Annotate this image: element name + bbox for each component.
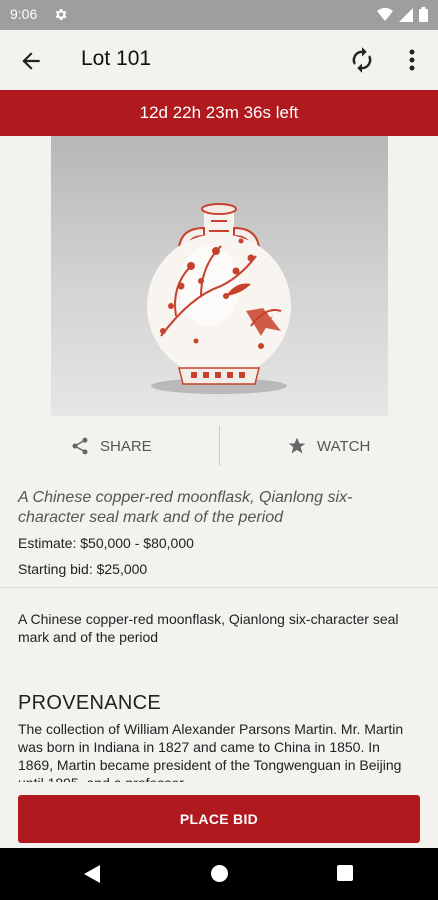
- app-bar: Lot 101: [0, 30, 438, 90]
- starting-bid-text: Starting bid: $25,000: [18, 561, 148, 577]
- watch-label: WATCH: [317, 437, 371, 455]
- section-divider: [0, 587, 438, 588]
- action-row: SHARE WATCH: [0, 426, 438, 466]
- status-bar: 9:06: [0, 0, 438, 30]
- time-left-banner: 12d 22h 23m 36s left: [0, 90, 438, 136]
- refresh-icon[interactable]: [348, 46, 376, 74]
- nav-home-icon[interactable]: [211, 865, 228, 882]
- share-label: SHARE: [100, 437, 152, 455]
- more-vert-icon[interactable]: [402, 47, 422, 73]
- system-navigation-bar: [0, 848, 438, 900]
- action-divider: [219, 426, 220, 466]
- status-icons: [377, 7, 428, 22]
- nav-back-icon[interactable]: [84, 865, 100, 883]
- battery-icon: [419, 7, 428, 22]
- lot-details[interactable]: SHARE WATCH A Chinese copper-red moonfla…: [0, 136, 438, 796]
- provenance-heading: PROVENANCE: [18, 692, 162, 714]
- share-button[interactable]: SHARE: [70, 426, 152, 466]
- star-icon: [288, 437, 306, 454]
- lot-image[interactable]: [51, 136, 388, 416]
- lot-description: A Chinese copper-red moonflask, Qianlong…: [18, 611, 399, 645]
- nav-recents-icon[interactable]: [337, 865, 353, 881]
- moonflask-vase-illustration: [147, 203, 291, 394]
- lot-title: A Chinese copper-red moonflask, Qianlong…: [18, 489, 353, 526]
- status-time: 9:06: [10, 6, 38, 22]
- page-title: Lot 101: [81, 47, 152, 70]
- bottom-action-bar: PLACE BID: [0, 782, 438, 848]
- wifi-icon: [377, 7, 393, 21]
- estimate-text: Estimate: $50,000 - $80,000: [18, 535, 194, 551]
- gear-icon: [55, 9, 67, 20]
- signal-icon: [399, 7, 413, 22]
- place-bid-button[interactable]: PLACE BID: [18, 795, 420, 843]
- back-arrow-icon[interactable]: [18, 48, 44, 74]
- share-icon: [72, 437, 88, 455]
- watch-button[interactable]: WATCH: [287, 426, 370, 466]
